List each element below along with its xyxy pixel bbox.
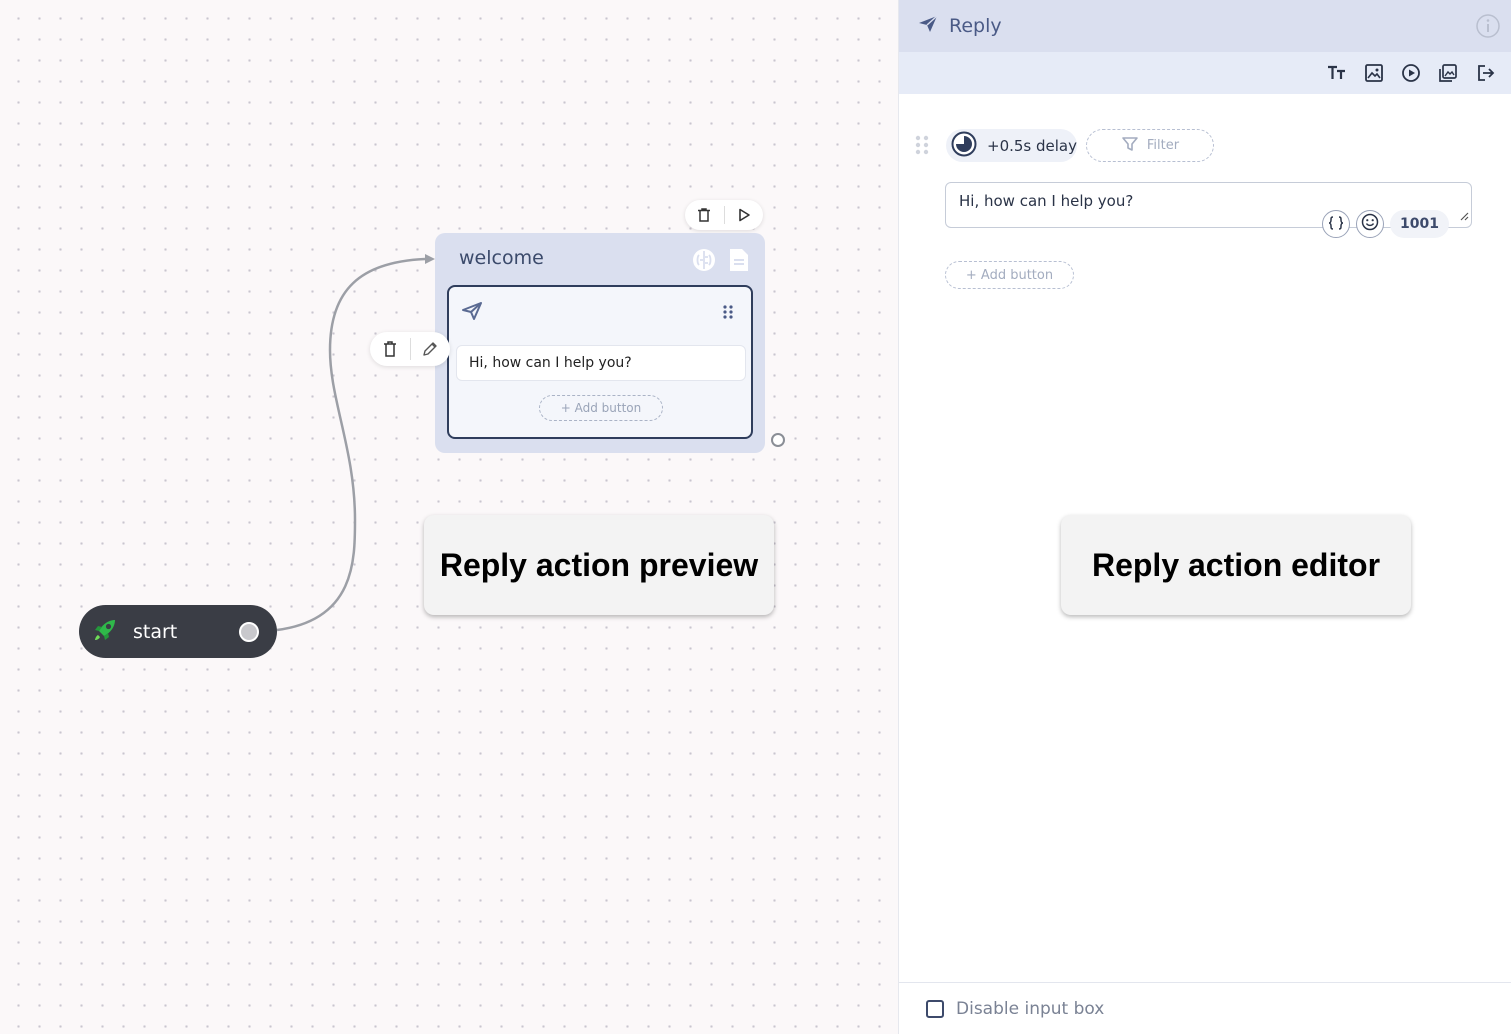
send-icon — [917, 14, 939, 38]
reply-message-text: Hi, how can I help you? — [959, 192, 1134, 210]
editor-title: Reply — [949, 15, 1002, 37]
action-toolbar — [370, 332, 450, 366]
editor-header: Reply — [899, 0, 1511, 52]
start-output-port[interactable] — [239, 621, 259, 642]
welcome-node[interactable]: welcome Hi, how can I help you? + Add bu… — [435, 233, 765, 453]
notes-icon[interactable] — [727, 247, 751, 277]
gallery-icon[interactable] — [1438, 63, 1458, 83]
preview-callout: Reply action preview — [424, 515, 774, 615]
trash-icon — [383, 341, 396, 357]
info-icon[interactable] — [1475, 13, 1501, 43]
node-toolbar — [685, 200, 763, 230]
add-button[interactable]: + Add button — [945, 261, 1074, 289]
ai-brain-icon[interactable] — [691, 247, 717, 277]
text-format-icon[interactable] — [1327, 63, 1347, 83]
trash-icon — [698, 208, 711, 222]
delete-node-button[interactable] — [685, 200, 724, 230]
resize-handle-icon[interactable] — [1459, 207, 1469, 225]
image-icon[interactable] — [1364, 63, 1384, 83]
edit-action-button[interactable] — [411, 332, 451, 366]
reply-action-card[interactable]: Hi, how can I help you? + Add button — [447, 285, 753, 439]
filter-label: Filter — [1146, 138, 1180, 153]
start-node-label: start — [133, 620, 178, 643]
video-icon[interactable] — [1401, 63, 1421, 83]
drag-handle-icon[interactable] — [723, 304, 733, 323]
redirect-icon[interactable] — [1475, 63, 1495, 83]
reply-editor-panel: Reply +0.5s delay Filter Hi, how can I h… — [898, 0, 1511, 1034]
rocket-icon — [91, 616, 119, 648]
timer-icon — [951, 131, 977, 161]
smiley-icon — [1361, 213, 1379, 235]
reply-message-preview: Hi, how can I help you? — [456, 345, 746, 381]
delete-action-button[interactable] — [370, 332, 410, 366]
disable-input-label[interactable]: Disable input box — [956, 999, 1104, 1019]
filter-button[interactable]: Filter — [1086, 129, 1214, 162]
disable-input-checkbox[interactable] — [926, 999, 944, 1018]
flow-canvas[interactable]: start welcome Hi, how can I help you? + … — [0, 0, 898, 1034]
drag-handle-icon[interactable] — [915, 135, 929, 159]
delay-label: +0.5s delay — [987, 136, 1077, 155]
variables-button[interactable] — [1322, 210, 1350, 238]
pencil-icon — [423, 342, 437, 356]
editor-footer: Disable input box — [899, 982, 1511, 1034]
add-button-preview[interactable]: + Add button — [539, 395, 663, 421]
start-node[interactable]: start — [79, 605, 277, 658]
curly-braces-icon — [1328, 215, 1344, 234]
emoji-button[interactable] — [1356, 210, 1384, 238]
welcome-node-title: welcome — [459, 247, 544, 269]
welcome-output-port[interactable] — [771, 433, 785, 447]
play-node-button[interactable] — [725, 200, 764, 230]
editor-toolbar — [899, 52, 1511, 94]
char-counter: 1001 — [1390, 210, 1449, 238]
editor-callout: Reply action editor — [1061, 515, 1411, 615]
delay-button[interactable]: +0.5s delay — [946, 129, 1077, 162]
send-icon — [461, 301, 483, 325]
play-icon — [738, 208, 750, 222]
filter-icon — [1121, 135, 1139, 157]
